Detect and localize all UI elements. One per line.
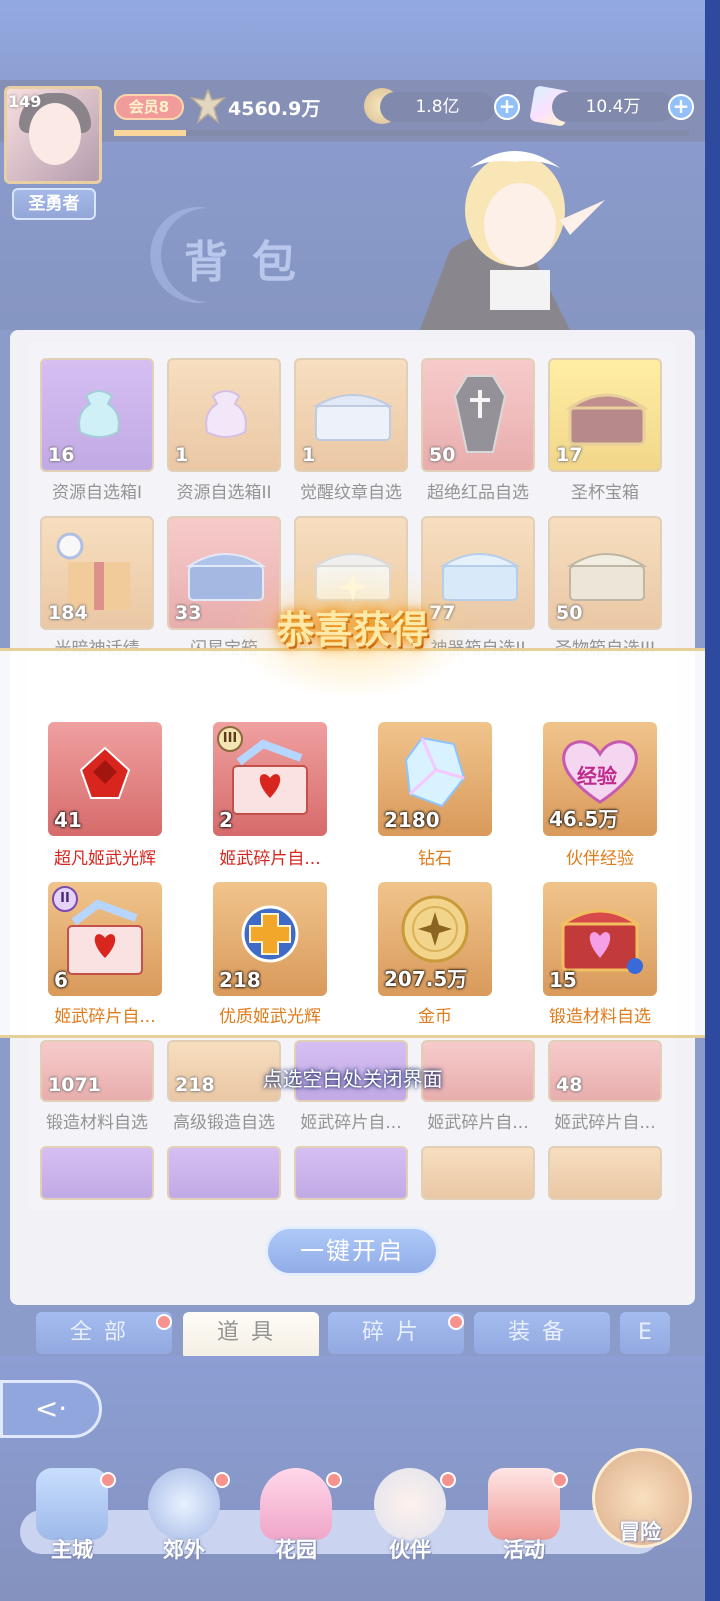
heart-chest-icon [67, 899, 143, 975]
reward-item[interactable]: 经验 46.5万 [543, 722, 657, 836]
reward-label: 锻造材料自选 [549, 1007, 651, 1027]
item-count: 2 [219, 808, 233, 832]
diamond-icon [404, 736, 466, 808]
reward-label: 钻石 [418, 849, 452, 869]
heart-chest-icon [232, 739, 308, 815]
item-count: 41 [54, 808, 82, 832]
reward-label: 姬武碎片自... [54, 1007, 156, 1027]
reward-label: 金币 [418, 1007, 452, 1027]
item-count: 207.5万 [384, 967, 468, 991]
item-count: 15 [549, 968, 577, 992]
reward-label: 伙伴经验 [566, 849, 634, 869]
reward-item[interactable]: II 6 [48, 882, 162, 996]
gold-cross-gem-icon [241, 905, 299, 963]
item-count: 2180 [384, 808, 440, 832]
close-hint: 点选空白处关闭界面 [262, 1067, 443, 1091]
reward-item[interactable]: 41 [48, 722, 162, 836]
tier-badge: III [217, 726, 243, 752]
reward-label: 姬武碎片自... [219, 849, 321, 869]
item-count: 46.5万 [549, 807, 619, 831]
item-count: 6 [54, 968, 68, 992]
gold-coin-icon [401, 895, 469, 963]
reward-item[interactable]: 218 [213, 882, 327, 996]
reward-item[interactable]: 15 [543, 882, 657, 996]
tier-badge: II [52, 886, 78, 912]
popup-title: 恭喜获得 [276, 608, 429, 652]
reward-label: 优质姬武光辉 [219, 1007, 321, 1027]
forge-chest-icon [558, 909, 643, 974]
reward-item[interactable]: 2180 [378, 722, 492, 836]
exp-text: 经验 [577, 764, 617, 788]
reward-label: 超凡姬武光辉 [54, 849, 156, 869]
red-gem-icon [79, 746, 131, 799]
item-count: 218 [219, 968, 261, 992]
reward-item[interactable]: 207.5万 [378, 882, 492, 996]
reward-item[interactable]: III 2 [213, 722, 327, 836]
